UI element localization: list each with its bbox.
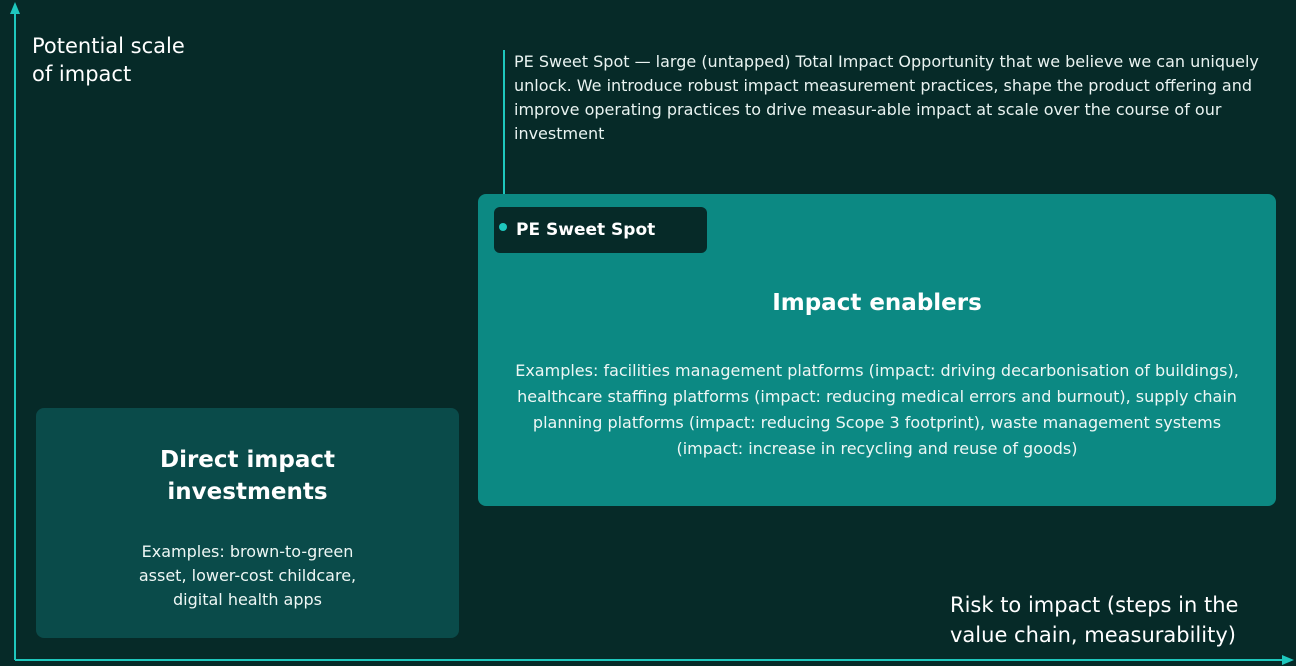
impact-enablers-title: Impact enablers	[772, 290, 982, 316]
impact-enablers-examples: Examples: facilities management platform…	[515, 361, 1239, 458]
x-axis-label: Risk to impact (steps in the value chain…	[950, 593, 1239, 647]
direct-impact-examples: Examples: brown-to-green asset, lower-co…	[138, 542, 357, 609]
sweet-spot-dot-icon	[499, 223, 507, 231]
y-axis-arrow	[10, 2, 20, 14]
y-axis-label: Potential scale of impact	[32, 34, 185, 86]
direct-impact-title: Direct impact investments	[159, 447, 335, 505]
sweet-spot-callout: PE Sweet Spot — large (untapped) Total I…	[514, 52, 1259, 143]
x-axis-arrow	[1282, 655, 1294, 665]
sweet-spot-badge: PE Sweet Spot	[494, 207, 707, 253]
